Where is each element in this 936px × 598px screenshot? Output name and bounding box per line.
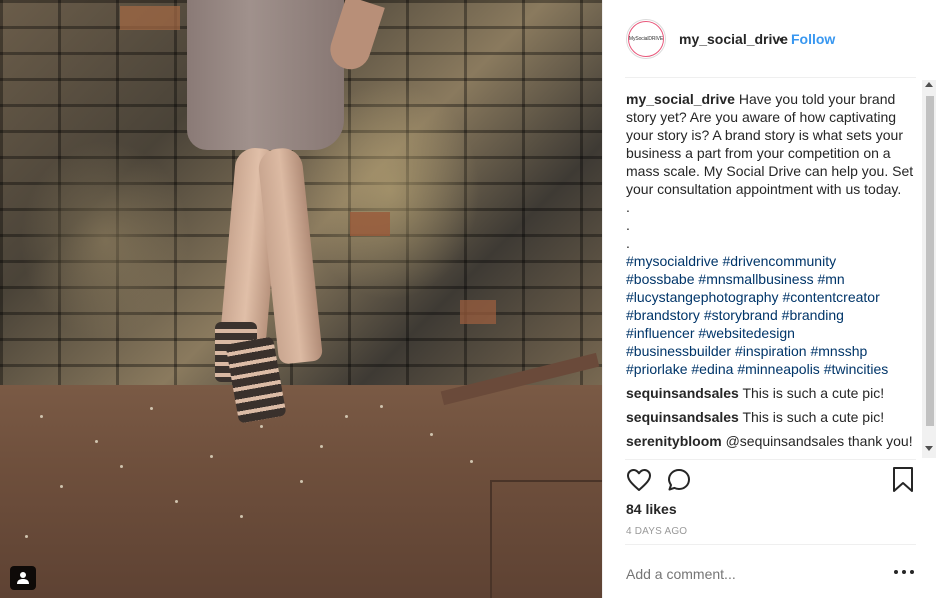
hashtag-link[interactable]: #branding xyxy=(782,307,844,323)
likes-count[interactable]: 84 likes xyxy=(626,501,677,517)
hashtag-link[interactable]: #mnsshp xyxy=(810,343,867,359)
post-date[interactable]: 4 DAYS AGO xyxy=(626,526,687,537)
like-button[interactable] xyxy=(625,466,653,494)
hashtag-link[interactable]: #influencer xyxy=(626,325,695,341)
user-tag-button[interactable] xyxy=(10,566,36,590)
comment-author[interactable]: sequinsandsales xyxy=(626,409,739,425)
caption-dot: . xyxy=(626,217,630,233)
comment-author[interactable]: sequinsandsales xyxy=(626,385,739,401)
scroll-down-arrow-icon[interactable] xyxy=(925,446,933,451)
comments-scrollbar[interactable] xyxy=(922,80,936,458)
comment-text: This is such a cute pic! xyxy=(742,409,885,425)
comment-item: serenitybloom @sequinsandsales thank you… xyxy=(626,432,916,450)
hashtag-link[interactable]: #drivencommunity xyxy=(722,253,836,269)
user-tag-icon xyxy=(17,572,29,584)
hashtag-link[interactable]: #minneapolis xyxy=(737,361,820,377)
caption-author[interactable]: my_social_drive xyxy=(626,91,735,107)
speech-bubble-icon xyxy=(668,469,690,491)
divider xyxy=(625,459,916,460)
comment-item: sequinsandsales This is such a cute pic! xyxy=(626,384,916,402)
separator-dot: • xyxy=(779,31,784,47)
post-username[interactable]: my_social_drive xyxy=(679,31,788,47)
avatar[interactable]: MySocialDRIVE xyxy=(626,19,666,59)
more-options-button[interactable] xyxy=(894,564,914,580)
scroll-up-arrow-icon[interactable] xyxy=(925,82,933,87)
hashtag-link[interactable]: #brandstory xyxy=(626,307,700,323)
hashtag-link[interactable]: #contentcreator xyxy=(782,289,879,305)
add-comment-input[interactable] xyxy=(626,566,876,582)
save-button[interactable] xyxy=(891,466,915,494)
comment-button[interactable] xyxy=(665,466,693,494)
hashtag-link[interactable]: #mysocialdrive xyxy=(626,253,719,269)
comment-item: sequinsandsales This is such a cute pic! xyxy=(626,408,916,426)
caption-dot: . xyxy=(626,199,630,215)
hashtag-link[interactable]: #mn xyxy=(817,271,844,287)
hashtag-link[interactable]: #businessbuilder xyxy=(626,343,731,359)
dress xyxy=(187,0,344,150)
hashtag-link[interactable]: #storybrand xyxy=(704,307,778,323)
avatar-logo: MySocialDRIVE xyxy=(628,21,664,57)
hashtag-link[interactable]: #bossbabe xyxy=(626,271,695,287)
comment-author[interactable]: serenitybloom xyxy=(626,433,722,449)
scroll-thumb[interactable] xyxy=(926,96,934,426)
divider xyxy=(625,77,916,78)
post-photo[interactable] xyxy=(0,0,602,598)
metal-floor xyxy=(0,385,602,598)
caption: my_social_drive Have you told your brand… xyxy=(626,90,916,378)
divider xyxy=(625,544,916,545)
more-horizontal-icon xyxy=(894,570,898,574)
follow-button[interactable]: Follow xyxy=(791,31,835,47)
hashtag-list: #mysocialdrive #drivencommunity #bossbab… xyxy=(626,252,916,378)
comment-text: @sequinsandsales thank you! xyxy=(725,433,913,449)
hashtag-link[interactable]: #priorlake xyxy=(626,361,687,377)
heart-icon xyxy=(627,469,651,491)
comment-text: This is such a cute pic! xyxy=(742,385,885,401)
hashtag-link[interactable]: #websitedesign xyxy=(698,325,795,341)
post-sidebar: MySocialDRIVE my_social_drive • Follow m… xyxy=(602,0,936,598)
comments-list[interactable]: my_social_drive Have you told your brand… xyxy=(626,90,916,458)
bookmark-icon xyxy=(893,467,913,492)
hashtag-link[interactable]: #mnsmallbusiness xyxy=(698,271,813,287)
hashtag-link[interactable]: #lucystangephotography xyxy=(626,289,779,305)
caption-dot: . xyxy=(626,235,630,251)
hashtag-link[interactable]: #twincities xyxy=(824,361,889,377)
hashtag-link[interactable]: #inspiration xyxy=(735,343,807,359)
hashtag-link[interactable]: #edina xyxy=(691,361,733,377)
